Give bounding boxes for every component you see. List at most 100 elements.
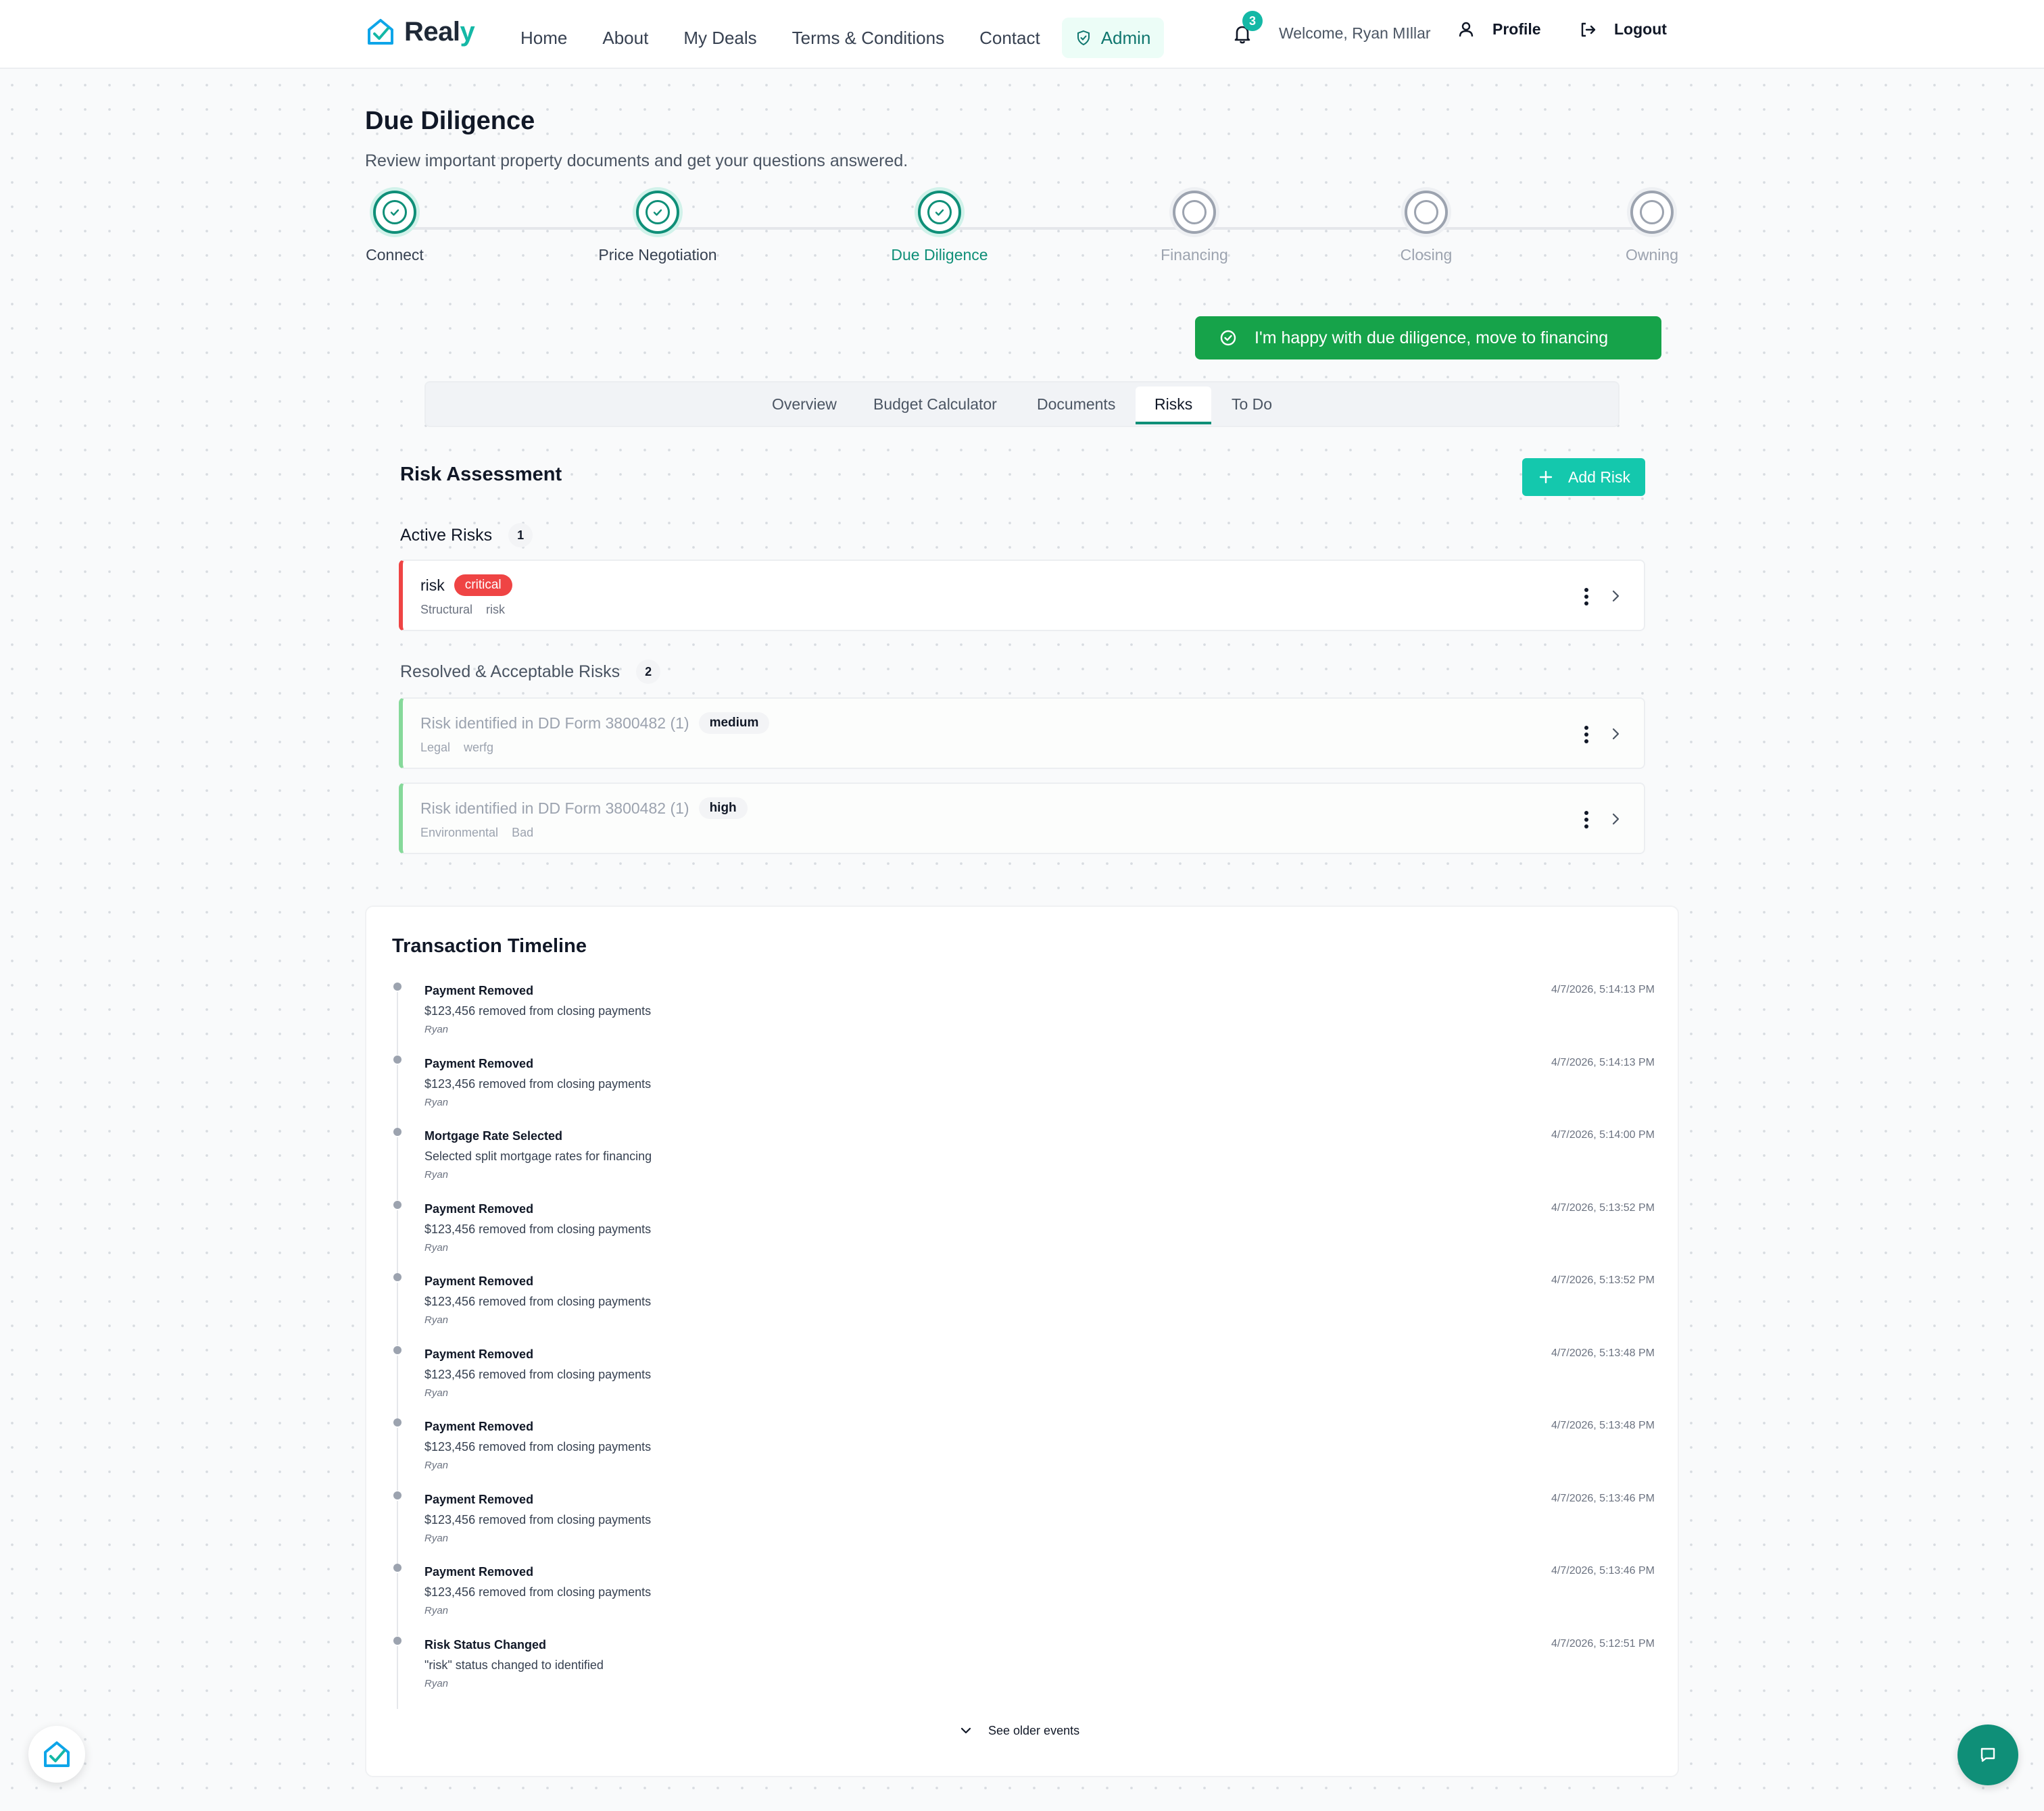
nav-admin[interactable]: Admin <box>1061 18 1165 58</box>
house-check-icon <box>368 19 393 45</box>
see-older-events-button[interactable]: See older events <box>958 1723 1079 1738</box>
transaction-timeline: Transaction Timeline Payment Removed $123… <box>365 906 1679 1777</box>
timeline-connector <box>397 1137 398 1200</box>
move-to-financing-button[interactable]: I'm happy with due diligence, move to fi… <box>1195 316 1661 359</box>
resolved-risks-count: 2 <box>636 660 661 684</box>
top-navbar: Realy Home About My Deals Terms & Condit… <box>0 0 2044 69</box>
timeline-event: Payment Removed $123,456 removed from clo… <box>393 1345 1655 1418</box>
logout-label: Logout <box>1614 20 1667 38</box>
event-user: Ryan <box>424 1460 449 1471</box>
event-timestamp: 4/7/2026, 5:14:00 PM <box>1551 1129 1655 1141</box>
shield-icon <box>1077 30 1090 46</box>
nav-about[interactable]: About <box>602 20 648 55</box>
timeline-dot <box>393 1273 402 1281</box>
check-circle-icon <box>927 200 952 224</box>
risk-meta: Environmental Bad <box>420 826 533 840</box>
event-user: Ryan <box>424 1605 449 1616</box>
risk-assessment-title: Risk Assessment <box>400 464 562 485</box>
home-fab[interactable] <box>28 1726 85 1783</box>
risk-meta: Structural risk <box>420 603 505 617</box>
page-title: Due Diligence <box>365 107 535 135</box>
step-owning: Owning <box>1551 191 1753 264</box>
timeline-event: Payment Removed $123,456 removed from clo… <box>393 1273 1655 1345</box>
nav-contact[interactable]: Contact <box>979 20 1040 55</box>
house-check-icon <box>44 1741 70 1767</box>
timeline-event: Risk Status Changed "risk" status changed… <box>393 1636 1655 1709</box>
tab-to-do[interactable]: To Do <box>1232 382 1272 426</box>
chat-icon <box>1980 1747 1995 1762</box>
event-user: Ryan <box>424 1169 449 1181</box>
kebab-icon[interactable] <box>1583 724 1590 745</box>
risk-card[interactable]: risk critical Structural risk <box>399 560 1645 631</box>
event-timestamp: 4/7/2026, 5:13:48 PM <box>1551 1347 1655 1359</box>
timeline-dot <box>393 1418 402 1427</box>
user-icon <box>1459 22 1474 36</box>
timeline-event: Mortgage Rate Selected Selected split mor… <box>393 1128 1655 1200</box>
timeline-connector <box>397 1210 398 1273</box>
tab-risks[interactable]: Risks <box>1136 387 1212 424</box>
tab-budget-calculator[interactable]: Budget Calculator <box>873 382 997 426</box>
step-indicator <box>373 191 416 234</box>
check-circle-icon <box>383 200 407 224</box>
timeline-connector <box>397 1428 398 1491</box>
add-risk-label: Add Risk <box>1568 468 1631 486</box>
event-user: Ryan <box>424 1241 449 1254</box>
event-description: $123,456 removed from closing payments <box>424 1440 652 1454</box>
logout-icon <box>1581 22 1596 36</box>
step-label: Owning <box>1626 246 1678 264</box>
risk-note: risk <box>486 603 506 616</box>
event-user: Ryan <box>424 1096 449 1108</box>
event-timestamp: 4/7/2026, 5:13:46 PM <box>1551 1492 1655 1504</box>
brand-name: Realy <box>404 16 475 47</box>
chevron-right-icon[interactable] <box>1607 726 1624 742</box>
risk-name: Risk identified in DD Form 3800482 (1) h… <box>420 797 748 819</box>
step-connect: Connect <box>293 191 496 264</box>
event-user: Ryan <box>424 1024 449 1035</box>
event-user: Ryan <box>424 1532 449 1544</box>
event-title: Payment Removed <box>424 1565 534 1579</box>
timeline-event: Payment Removed $123,456 removed from clo… <box>393 1491 1655 1564</box>
welcome-text: Welcome, Ryan MIllar <box>1279 24 1431 42</box>
event-timestamp: 4/7/2026, 5:13:52 PM <box>1551 1201 1655 1214</box>
event-description: "risk" status changed to identified <box>424 1658 604 1672</box>
brand-logo[interactable]: Realy <box>365 16 475 47</box>
event-user: Ryan <box>424 1677 449 1689</box>
empty-circle-icon <box>1414 200 1438 224</box>
step-due-diligence: Due Diligence <box>838 191 1041 264</box>
kebab-icon[interactable] <box>1583 810 1590 830</box>
nav-my-deals[interactable]: My Deals <box>683 20 756 55</box>
tab-documents[interactable]: Documents <box>1037 382 1115 426</box>
event-title: Payment Removed <box>424 1201 534 1216</box>
logout-link[interactable]: Logout <box>1579 20 1667 39</box>
add-risk-button[interactable]: Add Risk <box>1522 458 1645 496</box>
nav-home[interactable]: Home <box>520 20 567 55</box>
timeline-dot <box>393 1200 402 1209</box>
timeline-event: Payment Removed $123,456 removed from clo… <box>393 983 1655 1055</box>
kebab-icon[interactable] <box>1583 587 1590 607</box>
event-description: Selected split mortgage rates for financ… <box>424 1149 652 1163</box>
nav-links: Home About My Deals Terms & Conditions C… <box>520 18 1165 58</box>
timeline-dot <box>393 1128 402 1136</box>
step-label: Closing <box>1400 246 1453 264</box>
timeline-dot <box>393 1345 402 1354</box>
risk-title: risk <box>420 576 445 594</box>
step-closing: Closing <box>1325 191 1528 264</box>
step-label: Due Diligence <box>891 246 988 264</box>
event-title: Payment Removed <box>424 984 534 997</box>
timeline-event: Payment Removed $123,456 removed from clo… <box>393 1200 1655 1273</box>
timeline-connector <box>397 1500 398 1564</box>
event-description: $123,456 removed from closing payments <box>424 1295 652 1308</box>
risk-card[interactable]: Risk identified in DD Form 3800482 (1) h… <box>399 783 1645 854</box>
risk-note: Bad <box>512 826 534 839</box>
tab-overview[interactable]: Overview <box>772 382 837 426</box>
chevron-right-icon[interactable] <box>1607 811 1624 827</box>
check-circle-icon <box>1220 330 1236 346</box>
nav-terms[interactable]: Terms & Conditions <box>792 20 944 55</box>
chat-button[interactable] <box>1957 1725 2018 1785</box>
chevron-right-icon[interactable] <box>1607 588 1624 604</box>
timeline-dot <box>393 1055 402 1064</box>
timeline-dot <box>393 1491 402 1499</box>
profile-link[interactable]: Profile <box>1457 20 1541 39</box>
risk-card[interactable]: Risk identified in DD Form 3800482 (1) m… <box>399 697 1645 769</box>
timeline-title: Transaction Timeline <box>392 935 587 957</box>
